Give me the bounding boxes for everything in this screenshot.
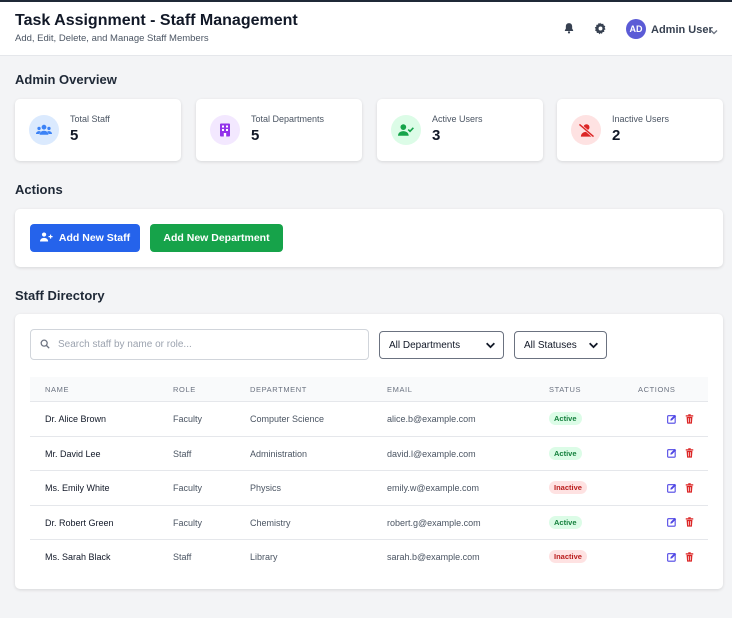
users-icon	[29, 115, 59, 145]
staff-name: Ms. Sarah Black	[45, 552, 111, 562]
card-label: Total Staff	[70, 114, 110, 124]
column-header-status[interactable]: STATUS	[549, 385, 581, 394]
staff-department: Library	[250, 552, 278, 562]
chevron-down-icon	[485, 340, 496, 351]
staff-name: Ms. Emily White	[45, 483, 110, 493]
table-row: Ms. Emily White Faculty Physics emily.w@…	[30, 470, 708, 505]
gear-icon[interactable]	[593, 21, 607, 35]
user-check-icon	[391, 115, 421, 145]
staff-name: Mr. David Lee	[45, 448, 101, 459]
status-badge: Inactive	[549, 481, 587, 494]
staff-table: NAME ROLE DEPARTMENT EMAIL STATUS ACTION…	[30, 377, 708, 574]
inactive-users-card: Inactive Users 2	[557, 99, 723, 161]
edit-icon[interactable]	[666, 413, 677, 424]
building-icon	[210, 115, 240, 145]
edit-icon[interactable]	[666, 517, 677, 528]
card-value: 3	[432, 127, 441, 144]
card-value: 2	[612, 127, 621, 144]
search-input[interactable]	[58, 339, 348, 350]
staff-name: Dr. Robert Green	[45, 517, 114, 528]
staff-role: Faculty	[173, 517, 203, 528]
card-value: 5	[251, 127, 260, 144]
trash-icon[interactable]	[684, 517, 695, 528]
column-header-name[interactable]: NAME	[45, 385, 69, 394]
actions-title: Actions	[15, 182, 63, 197]
column-header-email[interactable]: EMAIL	[387, 385, 413, 394]
trash-icon[interactable]	[684, 448, 695, 459]
trash-icon[interactable]	[684, 413, 695, 424]
bell-icon[interactable]	[562, 21, 576, 35]
staff-department: Administration	[250, 448, 308, 459]
staff-department: Physics	[250, 483, 282, 493]
add-staff-button[interactable]: Add New Staff	[30, 224, 140, 252]
add-department-label: Add New Department	[163, 232, 270, 244]
table-header: NAME ROLE DEPARTMENT EMAIL STATUS ACTION…	[30, 377, 708, 401]
status-filter-value: All Statuses	[524, 339, 577, 351]
staff-role: Faculty	[173, 483, 203, 493]
staff-department: Chemistry	[250, 517, 291, 528]
add-department-button[interactable]: Add New Department	[150, 224, 283, 252]
user-name[interactable]: Admin User	[651, 24, 713, 36]
trash-icon[interactable]	[684, 482, 695, 493]
staff-department: Computer Science	[250, 414, 325, 424]
staff-email: sarah.b@example.com	[387, 552, 480, 562]
edit-icon[interactable]	[666, 551, 677, 562]
card-label: Active Users	[432, 114, 483, 124]
status-badge: Active	[549, 412, 582, 425]
staff-email: robert.g@example.com	[387, 517, 481, 528]
table-row: Dr. Robert Green Faculty Chemistry rober…	[30, 504, 708, 540]
table-row: Ms. Sarah Black Staff Library sarah.b@ex…	[30, 539, 708, 574]
department-filter-value: All Departments	[389, 339, 461, 351]
overview-title: Admin Overview	[15, 72, 117, 87]
card-value: 5	[70, 127, 79, 144]
table-row: Mr. David Lee Staff Administration david…	[30, 435, 708, 471]
card-label: Inactive Users	[612, 114, 670, 124]
staff-email: emily.w@example.com	[387, 483, 479, 493]
staff-role: Staff	[173, 552, 192, 562]
chevron-down-icon[interactable]	[709, 24, 719, 35]
edit-icon[interactable]	[666, 448, 677, 459]
status-filter-select[interactable]: All Statuses	[514, 331, 607, 359]
card-label: Total Departments	[251, 114, 325, 124]
search-box[interactable]	[30, 329, 369, 360]
user-plus-icon	[39, 231, 53, 245]
page-title: Task Assignment - Staff Management	[15, 12, 298, 29]
active-users-card: Active Users 3	[377, 99, 543, 161]
search-icon	[40, 336, 50, 354]
actions-panel: Add New Staff Add New Department	[15, 209, 723, 267]
department-filter-select[interactable]: All Departments	[379, 331, 504, 359]
directory-title: Staff Directory	[15, 288, 105, 303]
staff-email: david.l@example.com	[387, 448, 476, 459]
directory-panel: All Departments All Statuses NAME ROLE D…	[15, 314, 723, 589]
page-subtitle: Add, Edit, Delete, and Manage Staff Memb…	[15, 33, 209, 44]
column-header-department[interactable]: DEPARTMENT	[250, 385, 307, 394]
status-badge: Active	[549, 515, 582, 529]
column-header-role[interactable]: ROLE	[173, 385, 196, 394]
total-staff-card: Total Staff 5	[15, 99, 181, 161]
total-departments-card: Total Departments 5	[196, 99, 362, 161]
add-staff-label: Add New Staff	[58, 232, 131, 244]
app-header: Task Assignment - Staff Management Add, …	[0, 2, 732, 56]
staff-name: Dr. Alice Brown	[45, 414, 107, 424]
staff-role: Staff	[173, 448, 192, 459]
trash-icon[interactable]	[684, 551, 695, 562]
chevron-down-icon	[588, 340, 599, 351]
staff-email: alice.b@example.com	[387, 414, 476, 424]
staff-role: Faculty	[173, 414, 203, 424]
status-badge: Active	[549, 446, 582, 460]
user-slash-icon	[571, 115, 601, 145]
avatar[interactable]: AD	[626, 19, 646, 39]
status-badge: Inactive	[549, 550, 587, 563]
table-row: Dr. Alice Brown Faculty Computer Science…	[30, 401, 708, 436]
edit-icon[interactable]	[666, 482, 677, 493]
column-header-actions: ACTIONS	[638, 385, 676, 394]
